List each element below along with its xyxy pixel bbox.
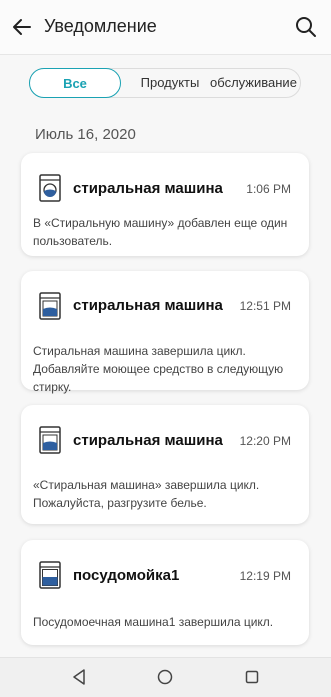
home-circle-icon — [157, 669, 173, 685]
notification-time: 1:06 PM — [246, 182, 291, 196]
dishwasher-icon — [39, 561, 61, 589]
washer-icon — [39, 426, 61, 454]
notification-card[interactable]: стиральная машина 12:51 PM Стиральная ма… — [21, 271, 309, 394]
notification-card[interactable]: посудомойка1 12:19 PM Посудомоечная маши… — [21, 540, 309, 645]
tab-service[interactable]: обслуживание — [206, 69, 301, 97]
notification-card[interactable]: стиральная машина 1:06 PM В «Стиральную … — [21, 153, 309, 256]
arrow-left-icon — [13, 19, 31, 35]
date-header: Июль 16, 2020 — [35, 126, 136, 143]
back-triangle-icon — [73, 669, 85, 685]
device-name: стиральная машина — [73, 180, 223, 197]
filter-tabs: Все Продукты обслуживание — [29, 68, 301, 98]
back-button[interactable] — [10, 15, 34, 39]
tab-all[interactable]: Все — [29, 68, 121, 98]
search-icon — [296, 17, 316, 37]
nav-back-button[interactable] — [69, 667, 89, 687]
notification-time: 12:51 PM — [239, 299, 291, 313]
notification-time: 12:20 PM — [239, 434, 291, 448]
notification-message: Посудомоечная машина1 завершила цикл. — [33, 615, 274, 629]
nav-home-button[interactable] — [155, 667, 175, 687]
washer-icon — [39, 174, 61, 202]
notification-message: Стиральная машина завершила цикл. Добавл… — [33, 344, 284, 394]
notification-card[interactable]: стиральная машина 12:20 PM «Стиральная м… — [21, 405, 309, 524]
page-title: Уведомление — [44, 16, 157, 36]
system-nav-bar — [0, 657, 331, 697]
notification-message: В «Стиральную машину» добавлен еще один … — [33, 216, 288, 248]
notification-message: «Стиральная машина» завершила цикл. Пожа… — [33, 478, 260, 510]
device-name: стиральная машина — [73, 432, 223, 449]
device-name: посудомойка1 — [73, 567, 180, 584]
search-button[interactable] — [294, 15, 318, 39]
notification-time: 12:19 PM — [239, 569, 291, 583]
device-name: стиральная машина — [73, 297, 223, 314]
washer-icon — [39, 292, 61, 320]
tab-products[interactable]: Продукты — [135, 69, 205, 97]
recents-square-icon — [245, 670, 259, 684]
app-header: Уведомление — [0, 0, 331, 55]
nav-recents-button[interactable] — [242, 667, 262, 687]
